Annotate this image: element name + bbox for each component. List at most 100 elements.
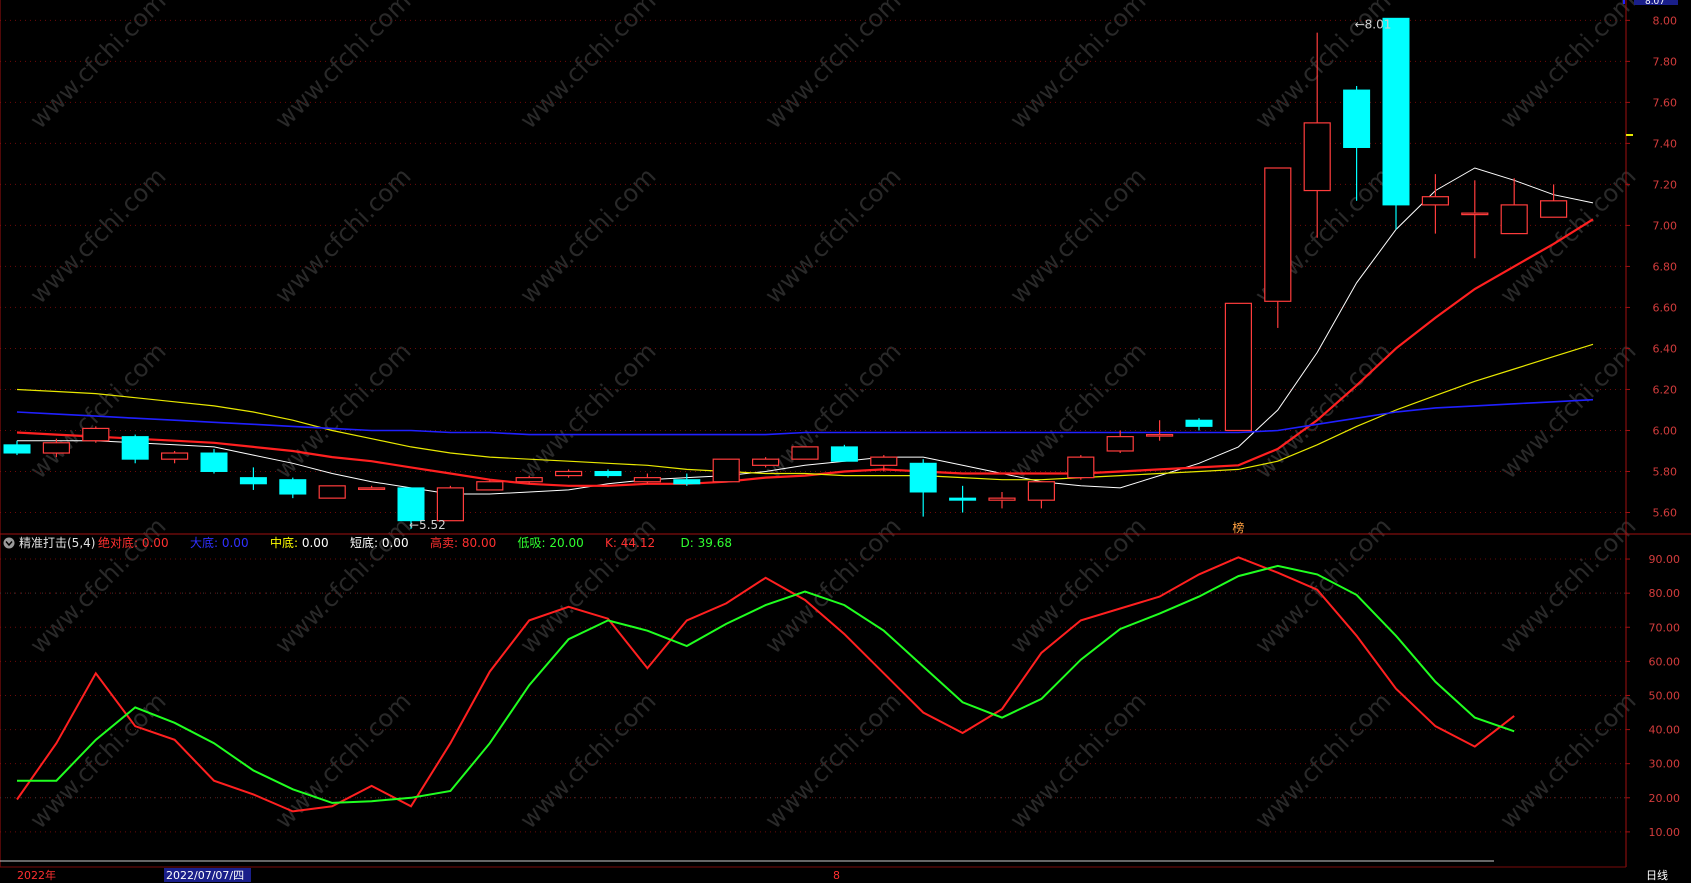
watermark-text: www.cfchi.com xyxy=(1494,0,1641,134)
status-bar: 2022年 2022/07/07/四 8 日线 xyxy=(0,860,1691,883)
candle-body xyxy=(121,436,149,460)
candle-body xyxy=(1382,17,1410,206)
indicator-tick-label: 70.00 xyxy=(1649,621,1681,634)
candle xyxy=(673,473,701,486)
indicator-tick-label: 80.00 xyxy=(1649,587,1681,600)
candle xyxy=(318,485,346,499)
watermark-text: www.cfchi.com xyxy=(514,162,661,309)
candle-body xyxy=(1461,212,1489,216)
indicator-collapse-icon[interactable] xyxy=(3,537,15,549)
candle-body xyxy=(870,456,898,466)
watermark-text: www.cfchi.com xyxy=(24,0,171,134)
indicator-value-item: 中底: 0.00 xyxy=(270,535,329,550)
candle xyxy=(791,446,819,460)
watermark-text: www.cfchi.com xyxy=(24,337,171,484)
candle xyxy=(1500,178,1528,235)
watermark-text: www.cfchi.com xyxy=(1004,687,1151,834)
candle xyxy=(82,426,110,443)
indicator-values: 绝对底: 0.00 大底: 0.00 中底: 0.00 短底: 0.00 高卖: 80.… xyxy=(98,535,732,550)
indicator-name[interactable]: 精准打击(5,4) xyxy=(19,536,95,550)
candle-body xyxy=(830,446,858,462)
watermark-text: www.cfchi.com xyxy=(1004,162,1151,309)
price-tick-label: 6.60 xyxy=(1653,301,1678,314)
candle xyxy=(1224,302,1253,432)
price-tick-label: 6.40 xyxy=(1653,342,1678,355)
candle-body xyxy=(515,477,543,483)
price-tick-label: 7.40 xyxy=(1653,137,1678,150)
price-annotation: ←5.52 xyxy=(409,518,446,532)
month-label: 8 xyxy=(833,869,840,882)
price-tick-label: 6.00 xyxy=(1653,424,1678,437)
watermark-text: www.cfchi.com xyxy=(1249,687,1396,834)
candle-body xyxy=(554,470,583,477)
candle-body xyxy=(397,487,425,522)
candle xyxy=(909,459,937,517)
indicator-value-item: 高卖: 80.00 xyxy=(430,535,496,550)
price-tick-label: 8.00 xyxy=(1653,14,1678,27)
candle xyxy=(121,434,149,464)
candle-body xyxy=(1539,200,1568,218)
candle-body xyxy=(200,452,228,472)
candle xyxy=(1185,418,1213,431)
candle-body xyxy=(988,497,1016,501)
indicator-tick-label: 60.00 xyxy=(1649,655,1681,668)
watermark-layer: www.cfchi.com www.cfchi.com www.cfchi.com w… xyxy=(24,0,1641,834)
price-tick-label: 7.20 xyxy=(1653,178,1678,191)
candle-body xyxy=(673,479,701,485)
candle-body xyxy=(949,497,977,501)
candle xyxy=(476,479,504,491)
watermark-text: www.cfchi.com xyxy=(269,687,416,834)
candle-body xyxy=(1224,302,1253,432)
price-tick-label: 5.60 xyxy=(1653,506,1678,519)
candle-body xyxy=(594,470,622,477)
price-annotation: ←8.01 xyxy=(1355,17,1392,31)
period-label[interactable]: 日线 xyxy=(1646,868,1668,882)
candle xyxy=(988,491,1016,509)
price-tick-label: 7.00 xyxy=(1653,219,1678,232)
current-price-label: 8.07 xyxy=(1645,0,1665,7)
candle xyxy=(279,477,307,499)
watermark-text: www.cfchi.com xyxy=(1494,337,1641,484)
candle-body xyxy=(1500,204,1528,235)
watermark-text: www.cfchi.com xyxy=(1004,0,1151,134)
candle xyxy=(1067,455,1095,480)
indicator-value-item: 大底: 0.00 xyxy=(190,535,249,550)
candle xyxy=(554,469,583,478)
candle xyxy=(633,473,662,484)
candle xyxy=(1106,430,1134,454)
candle-body xyxy=(82,427,110,442)
stock-chart-canvas[interactable]: www.cfchi.com www.cfchi.com www.cfchi.com w… xyxy=(0,0,1691,883)
candle-body xyxy=(3,444,31,454)
candle-body xyxy=(358,487,386,490)
candle xyxy=(358,485,386,490)
price-tick-label: 6.20 xyxy=(1653,383,1678,396)
cursor-date-label: 2022/07/07/四 xyxy=(166,869,244,882)
candle xyxy=(712,458,740,483)
indicator-value-item: D: 39.68 xyxy=(681,536,732,550)
price-axis: 5.60 5.80 6.00 6.20 6.40 6.60 6.80 7.00 7.20 7.40… xyxy=(1626,0,1678,519)
candle-body xyxy=(1421,196,1450,206)
price-tick-label: 7.60 xyxy=(1653,96,1678,109)
indicator-axis: 10.00 20.00 30.00 40.00 50.00 60.00 70.00 80.00… xyxy=(1626,553,1680,839)
indicator-header: 精准打击(5,4) 绝对底: 0.00 大底: 0.00 中底: 0.00 短底: 0… xyxy=(3,535,732,550)
candle-body xyxy=(318,485,346,499)
price-tick-label: 6.80 xyxy=(1653,260,1678,273)
candle xyxy=(3,440,31,456)
candle-body xyxy=(279,479,307,495)
candle xyxy=(594,469,622,478)
candle-body xyxy=(436,487,464,522)
candle xyxy=(1027,481,1056,509)
candle-body xyxy=(476,481,504,491)
candle-body xyxy=(1027,481,1056,501)
indicator-value-item: 绝对底: 0.00 xyxy=(98,535,169,550)
candle xyxy=(1461,180,1489,259)
candle-body xyxy=(1343,89,1371,148)
candle-body xyxy=(161,452,189,460)
watermark-text: www.cfchi.com xyxy=(759,687,906,834)
watermark-text: www.cfchi.com xyxy=(514,687,661,834)
watermark-text: www.cfchi.com xyxy=(1494,687,1641,834)
candle-body xyxy=(712,458,740,483)
watermark-text: www.cfchi.com xyxy=(24,162,171,309)
watermark-text: www.cfchi.com xyxy=(269,337,416,484)
candle xyxy=(1539,184,1568,218)
